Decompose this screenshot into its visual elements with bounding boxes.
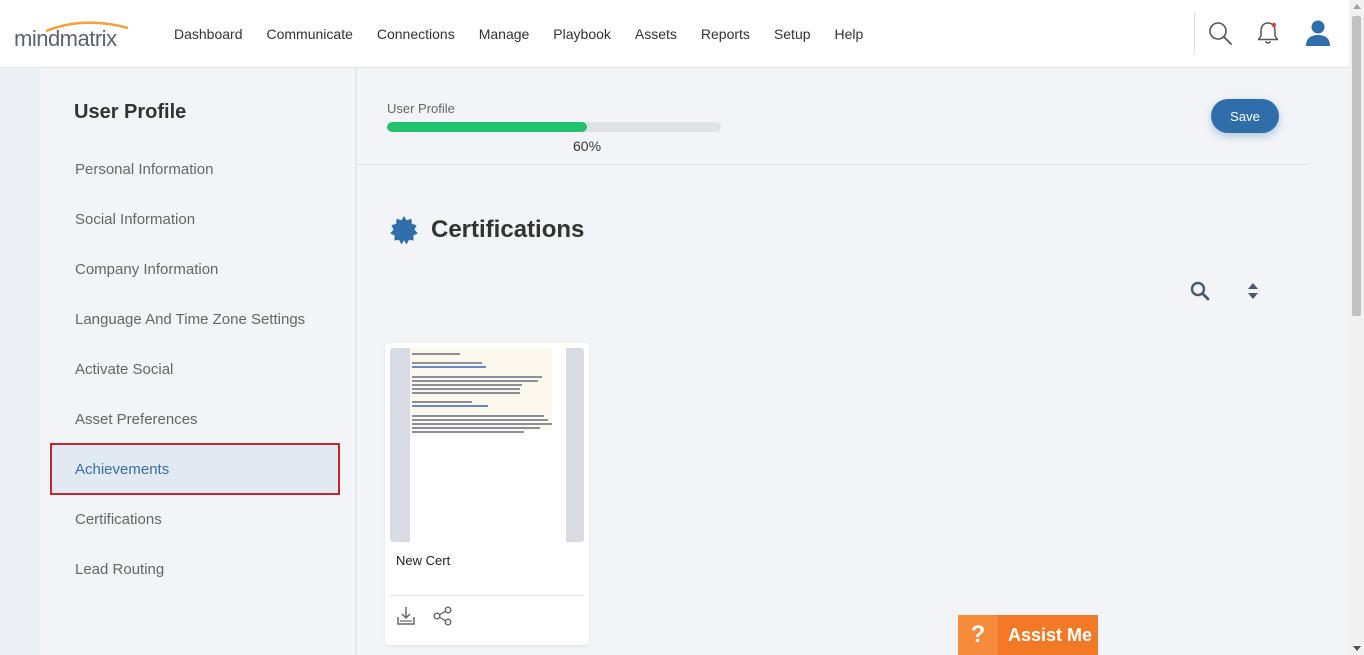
nav-playbook[interactable]: Playbook (553, 26, 611, 42)
nav-manage[interactable]: Manage (479, 26, 530, 42)
user-icon[interactable] (1304, 19, 1332, 47)
badge-icon (390, 216, 418, 245)
main-content: User Profile 60% Save Certifications New… (357, 68, 1349, 655)
sidebar-item-activate-social[interactable]: Activate Social (50, 343, 340, 395)
nav-communicate[interactable]: Communicate (267, 26, 353, 42)
nav-assets[interactable]: Assets (635, 26, 677, 42)
profile-sidebar: User Profile Personal Information Social… (40, 68, 356, 655)
logo-text: mindmatrix (14, 26, 117, 51)
progress-percent: 60% (573, 138, 602, 154)
search-icon[interactable] (1207, 20, 1233, 46)
nav-connections[interactable]: Connections (377, 26, 455, 42)
sort-icon[interactable] (1242, 280, 1264, 302)
card-name[interactable]: New Cert (396, 553, 450, 568)
bell-icon[interactable] (1255, 20, 1281, 46)
sidebar-item-personal-information[interactable]: Personal Information (50, 143, 340, 195)
top-navigation-bar: mindmatrix Dashboard Communicate Connect… (0, 0, 1349, 68)
nav-setup[interactable]: Setup (774, 26, 811, 42)
sidebar-item-certifications[interactable]: Certifications (50, 493, 340, 545)
certification-card[interactable]: New Cert (385, 343, 589, 645)
page-scrollbar[interactable] (1349, 0, 1364, 655)
search-icon[interactable] (1189, 280, 1211, 302)
section-title: Certifications (431, 216, 585, 243)
download-icon[interactable] (395, 605, 417, 627)
card-thumbnail[interactable] (390, 348, 584, 542)
nav-reports[interactable]: Reports (701, 26, 750, 42)
nav-dashboard[interactable]: Dashboard (174, 26, 243, 42)
sidebar-item-lead-routing[interactable]: Lead Routing (50, 543, 340, 595)
sidebar-item-company-information[interactable]: Company Information (50, 243, 340, 295)
main-nav: Dashboard Communicate Connections Manage… (174, 0, 887, 68)
nav-divider (1194, 12, 1195, 54)
sidebar-item-language-time-zone[interactable]: Language And Time Zone Settings (50, 293, 340, 345)
header-divider (357, 164, 1309, 165)
profile-progress-bar (387, 122, 721, 132)
save-button[interactable]: Save (1211, 99, 1279, 133)
assist-me-label: Assist Me (1008, 624, 1093, 645)
card-divider (390, 595, 584, 596)
help-question-icon: ? (958, 615, 998, 655)
profile-progress-fill (387, 122, 588, 132)
assist-me-button[interactable]: ? Assist Me (958, 615, 1098, 655)
scroll-down-arrow-icon[interactable] (1353, 646, 1361, 651)
scrollbar-thumb[interactable] (1352, 16, 1361, 316)
document-preview (410, 348, 566, 542)
sidebar-item-social-information[interactable]: Social Information (50, 193, 340, 245)
sidebar-title: User Profile (74, 101, 187, 123)
sidebar-item-asset-preferences[interactable]: Asset Preferences (50, 393, 340, 445)
scroll-up-arrow-icon[interactable] (1353, 4, 1361, 9)
mindmatrix-logo[interactable]: mindmatrix (14, 18, 130, 52)
share-icon[interactable] (432, 605, 454, 627)
nav-help[interactable]: Help (835, 26, 864, 42)
progress-label: User Profile (387, 101, 455, 116)
sidebar-item-achievements[interactable]: Achievements (50, 443, 340, 495)
